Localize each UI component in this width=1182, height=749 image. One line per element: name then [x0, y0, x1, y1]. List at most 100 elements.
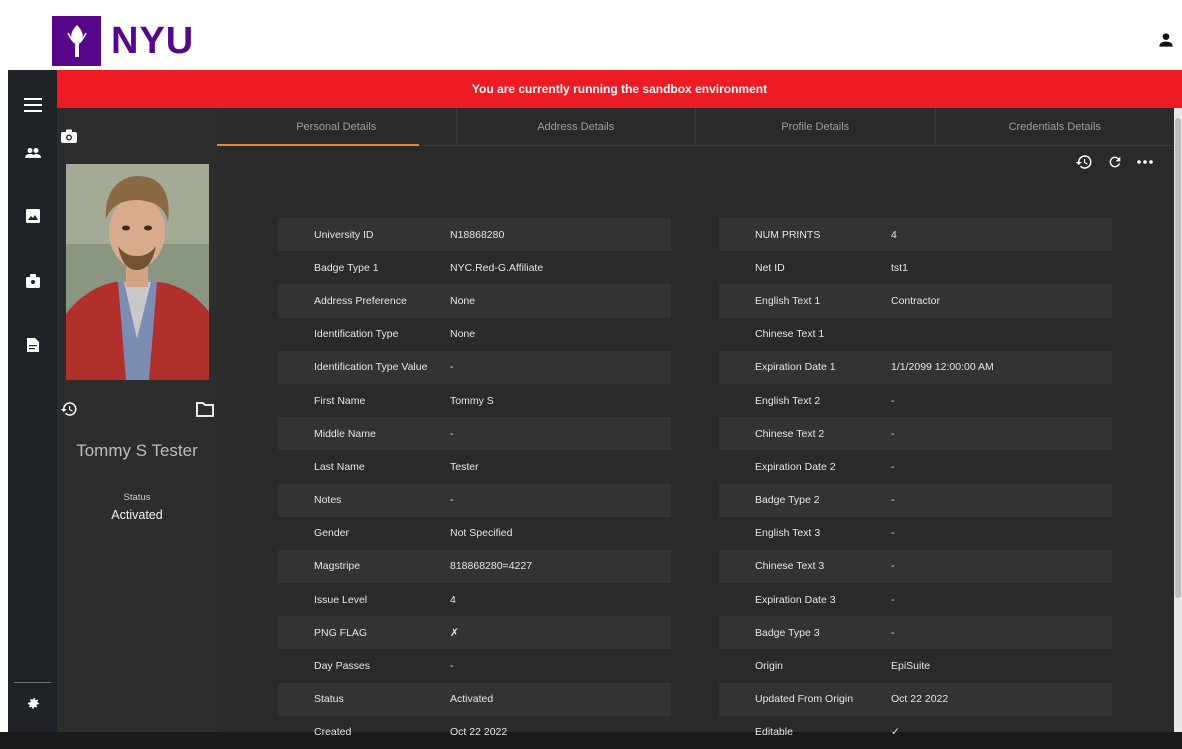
brand-name: NYU	[111, 19, 195, 62]
field-value: Oct 22 2022	[891, 693, 949, 706]
tab-profile-details[interactable]: Profile Details	[696, 108, 936, 145]
field-value: -	[891, 394, 895, 407]
field-label: Expiration Date 1	[755, 361, 836, 374]
table-row: Badge Type 2 -	[719, 483, 1112, 517]
field-value: Not Specified	[450, 527, 513, 540]
main-content: Personal Details Address Details Profile…	[217, 108, 1174, 738]
field-value: Activated	[450, 693, 494, 706]
image-icon[interactable]	[22, 205, 44, 227]
field-value: -	[891, 560, 895, 573]
avatar	[66, 164, 209, 380]
field-value: EpiSuite	[891, 660, 931, 673]
history-icon[interactable]	[59, 399, 79, 419]
field-label: Expiration Date 2	[755, 460, 836, 473]
tab-credentials-details[interactable]: Credentials Details	[936, 108, 1175, 145]
sidebar-divider	[14, 682, 51, 683]
tab-bar: Personal Details Address Details Profile…	[217, 108, 1174, 146]
field-label: Last Name	[314, 460, 365, 473]
tab-address-details[interactable]: Address Details	[457, 108, 696, 145]
field-label: Chinese Text 2	[755, 427, 825, 440]
personal-details-right-table: NUM PRINTS 4 Net ID tst1 English Text 1 Con…	[719, 218, 1112, 749]
field-label: Chinese Text 3	[755, 560, 825, 573]
table-row: Chinese Text 2 -	[719, 417, 1112, 451]
account-icon[interactable]	[1156, 30, 1176, 50]
table-row: Notes -	[278, 483, 671, 517]
gear-icon[interactable]	[22, 692, 44, 714]
field-label: Status	[314, 693, 344, 706]
field-label: Badge Type 3	[755, 626, 820, 639]
field-value: -	[891, 427, 895, 440]
field-label: Created	[314, 726, 352, 739]
field-label: Day Passes	[314, 660, 371, 673]
field-label: NUM PRINTS	[755, 228, 821, 241]
personal-details-left-table: University ID N18868280 Badge Type 1 NYC.R…	[278, 218, 671, 749]
badge-icon[interactable]	[22, 270, 44, 292]
field-value: NYC.Red-G.Affiliate	[450, 261, 544, 274]
field-label: English Text 3	[755, 527, 821, 540]
field-label: Address Preference	[314, 294, 407, 307]
table-row: Chinese Text 1	[719, 318, 1112, 351]
sandbox-banner: You are currently running the sandbox en…	[57, 70, 1182, 108]
field-label: Magstripe	[314, 560, 361, 573]
document-icon[interactable]	[22, 334, 44, 356]
field-value: -	[450, 494, 454, 507]
field-value: -	[891, 494, 895, 507]
refresh-icon[interactable]	[1105, 152, 1125, 172]
field-value: None	[450, 328, 476, 341]
hamburger-menu-icon[interactable]	[22, 94, 44, 116]
table-row: Middle Name -	[278, 417, 671, 451]
table-row: Gender Not Specified	[278, 517, 671, 550]
history-icon[interactable]	[1074, 152, 1094, 172]
field-label: Notes	[314, 494, 342, 507]
field-value: -	[891, 593, 895, 606]
table-row: Expiration Date 2 -	[719, 450, 1112, 483]
more-icon[interactable]	[1135, 152, 1155, 172]
field-value: None	[450, 294, 476, 307]
table-row: Last Name Tester	[278, 450, 671, 483]
table-row: Origin EpiSuite	[719, 649, 1112, 682]
camera-icon[interactable]	[59, 126, 79, 146]
profile-panel: Tommy S Tester Status Activated	[57, 108, 217, 732]
field-label: Badge Type 2	[755, 494, 820, 507]
table-row: Magstripe 818868280=4227	[278, 549, 671, 584]
table-row: Identification Type None	[278, 318, 671, 351]
field-value: ✗	[450, 626, 459, 639]
field-label: Chinese Text 1	[755, 328, 825, 341]
table-row: NUM PRINTS 4	[719, 218, 1112, 252]
field-value: N18868280	[450, 228, 505, 241]
table-row: Chinese Text 3 -	[719, 549, 1112, 584]
field-value: -	[450, 427, 454, 440]
table-row: Badge Type 1 NYC.Red-G.Affiliate	[278, 251, 671, 284]
field-label: Issue Level	[314, 593, 368, 606]
field-label: Updated From Origin	[755, 693, 854, 706]
table-row: English Text 1 Contractor	[719, 284, 1112, 318]
table-row: English Text 3 -	[719, 517, 1112, 550]
field-value: tst1	[891, 261, 908, 274]
table-row: Updated From Origin Oct 22 2022	[719, 682, 1112, 716]
field-value: -	[450, 361, 454, 374]
table-row: PNG FLAG ✗	[278, 616, 671, 650]
field-value: Oct 22 2022	[450, 726, 508, 739]
table-row: Editable ✓	[719, 716, 1112, 749]
table-row: Created Oct 22 2022	[278, 716, 671, 749]
field-value: Tester	[450, 460, 479, 473]
field-label: Net ID	[755, 261, 785, 274]
people-icon[interactable]	[22, 142, 44, 164]
status-value: Activated	[111, 508, 163, 522]
sidebar	[8, 70, 57, 732]
field-value: -	[450, 660, 454, 673]
scrollbar-thumb[interactable]	[1175, 118, 1181, 598]
field-label: English Text 1	[755, 294, 821, 307]
field-value: 4	[450, 593, 456, 606]
field-label: Badge Type 1	[314, 261, 379, 274]
tab-personal-details[interactable]: Personal Details	[217, 108, 457, 146]
nyu-logo[interactable]: NYU	[52, 16, 194, 66]
folder-icon[interactable]	[195, 399, 215, 419]
app-window: NYU You are currently running the sandbo…	[0, 0, 1182, 738]
scrollbar[interactable]	[1174, 108, 1182, 732]
field-label: Identification Type	[314, 328, 399, 341]
field-label: Gender	[314, 527, 350, 540]
table-row: Expiration Date 3 -	[719, 583, 1112, 616]
field-label: PNG FLAG	[314, 626, 368, 639]
table-row: Status Activated	[278, 682, 671, 716]
